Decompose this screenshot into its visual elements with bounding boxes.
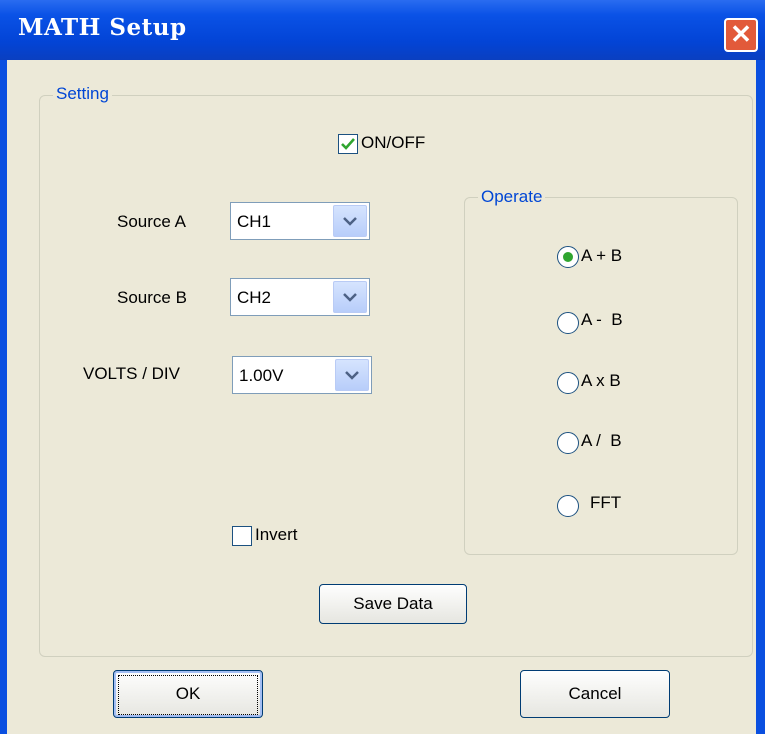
dialog-window: MATH Setup ✕ Setting ON/OFF Source A CH1 xyxy=(0,0,765,734)
radio-a-times-b[interactable] xyxy=(557,372,579,394)
radio-a-plus-b[interactable] xyxy=(557,246,579,268)
dialog-body: Setting ON/OFF Source A CH1 Source B CH2 xyxy=(7,60,756,734)
source-a-select[interactable]: CH1 xyxy=(230,202,370,240)
volts-div-value: 1.00V xyxy=(239,366,284,385)
operate-option-label: A / B xyxy=(581,431,622,450)
volts-div-label: VOLTS / DIV xyxy=(83,364,180,383)
checkmark-icon xyxy=(341,138,355,150)
operate-option-label: A - B xyxy=(581,310,623,329)
source-b-label: Source B xyxy=(117,288,187,307)
source-a-label: Source A xyxy=(117,212,186,231)
radio-fft[interactable] xyxy=(557,495,579,517)
radio-selected-dot xyxy=(563,252,573,262)
volts-div-dropdown-button[interactable] xyxy=(335,359,369,391)
invert-label: Invert xyxy=(255,525,298,544)
operate-option-label: A x B xyxy=(581,371,621,390)
focus-rectangle xyxy=(118,675,258,715)
radio-a-div-b[interactable] xyxy=(557,432,579,454)
volts-div-select[interactable]: 1.00V xyxy=(232,356,372,394)
onoff-checkbox[interactable] xyxy=(338,134,358,154)
ok-button[interactable]: OK xyxy=(113,670,263,718)
onoff-label: ON/OFF xyxy=(361,133,426,152)
source-b-value: CH2 xyxy=(237,288,272,307)
cancel-button[interactable]: Cancel xyxy=(520,670,670,718)
invert-checkbox[interactable] xyxy=(232,526,252,546)
operate-legend: Operate xyxy=(478,187,546,207)
source-a-dropdown-button[interactable] xyxy=(333,205,367,237)
operate-option-label: FFT xyxy=(590,493,622,512)
window-title: MATH Setup xyxy=(18,14,187,41)
chevron-down-icon xyxy=(345,371,359,380)
chevron-down-icon xyxy=(343,217,357,226)
setting-legend: Setting xyxy=(53,84,112,104)
chevron-down-icon xyxy=(343,293,357,302)
save-data-button[interactable]: Save Data xyxy=(319,584,467,624)
title-bar[interactable]: MATH Setup ✕ xyxy=(0,0,765,60)
operate-option-label: A + B xyxy=(581,246,623,265)
close-icon: ✕ xyxy=(730,19,752,49)
source-a-value: CH1 xyxy=(237,212,272,231)
source-b-dropdown-button[interactable] xyxy=(333,281,367,313)
source-b-select[interactable]: CH2 xyxy=(230,278,370,316)
close-button[interactable]: ✕ xyxy=(724,18,758,52)
radio-a-minus-b[interactable] xyxy=(557,312,579,334)
